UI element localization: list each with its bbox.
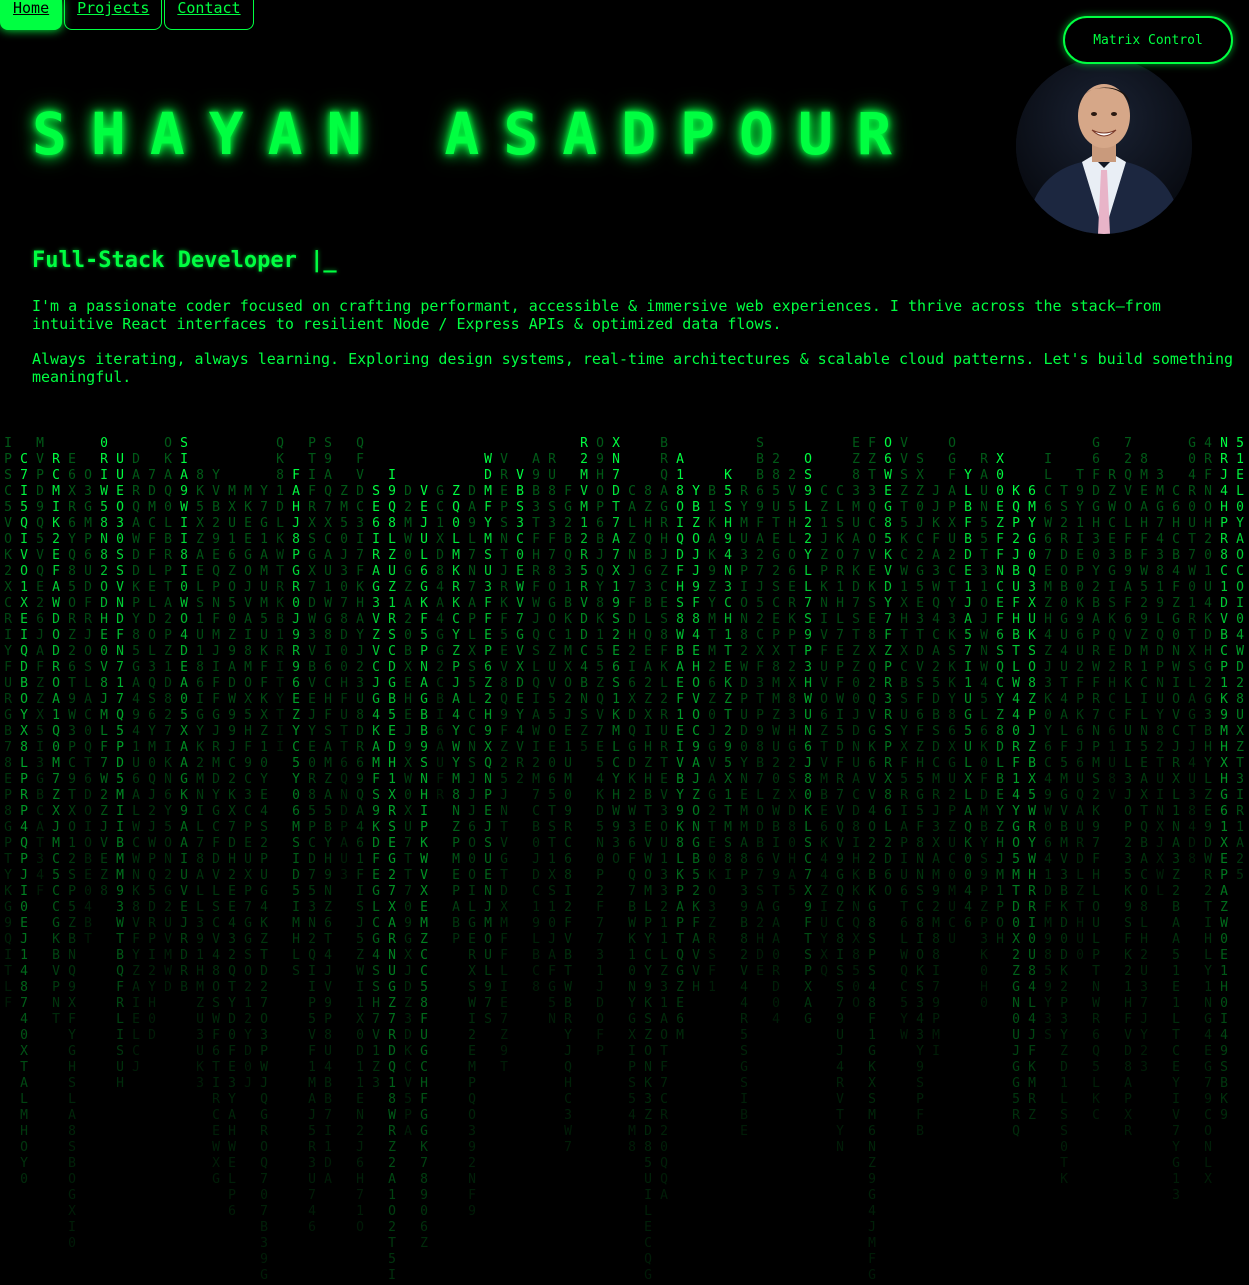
rain-column: RYMU3PION82WDPUD0YNEMMA8P39B82V44R5SGSIB… [740,484,748,1139]
rain-column: 7DMCFFLELDOL3QS6YM0QJ2JWPQ5DRPI2YH0D [148,468,156,1043]
rain-column: SXZ0JC2G5E3TDVSF6FZH5G5F8NNSC8IOKS343Y9S… [916,452,924,1139]
rain-column: NRJ4HPR8C1DVBCP1K9MHXHG61XEPAZW0E1H0I49S… [1220,436,1228,1123]
rain-column: YBZOJJ9F84EHOVOC9AJZONGB52KFAVVH [692,484,700,995]
rain-column: B1KAK9ZYMTM26Z0JGVAG2TE0KO3ZRSF1 [708,484,716,995]
rain-column: SIA9WII8I0WO4DEA05XAAGK9AAIUVEJRDRB [180,436,188,995]
rain-column: 4RFNOH201U4KDHG2G3BHYLZE9DWR2TIHLY1NG4EG… [1204,436,1212,1187]
rain-column: TS2RDOB0GU4UT4ALF5MGVBMV3BKD0DK2P3YZD1LS… [1060,484,1068,1187]
rain-column: VEJUL6GKF5PNAGBB9SNHIPKWVXEMZCC58FUGCHFG… [420,484,428,1251]
rain-column: PTIFRXSGX7DW3VBVEJYE0R85PCD753N2QIIP5VF1… [308,436,316,1235]
rain-column: 2V5HLO6ERKPT2X83HG2SXD80HA5 [788,468,796,899]
rain-column: I9Q8LZUZ1RSCDGB5EDH1XRSEG27XARNUGZ7RDQ18… [388,468,396,1285]
rain-column: R2MVM12R5RVDDC4BNSZ5 [580,436,588,755]
rain-column: XN7DT7A7X19S2E6S1KMLCYHW93O [612,436,620,867]
rain-column: ZQ0LMKRKCYZPJA4YWYM8NZPMEPABP [452,484,460,947]
rain-column: OS9L22YLL7S9P3HWUN6J80KLSC7X9FTSPXAG [804,452,812,1027]
rain-column: T9Y1IEP0K96U2FPK6J6UQAURDLZTHU0 [1076,468,1084,963]
rain-column: YLBFBDE1JA57I1UG5ULXLAQK00446 [964,468,972,931]
avatar [1016,58,1192,234]
rain-column: RAUN55T31OJWNW45L6K0FDMBYS9PZP3K0H0 [980,452,988,1011]
rain-column: D2MW0GZA20BXEHEJ9XW0XU7TT709GXJDZ3DKCV5P… [404,484,412,1139]
rain-column: 285UTEG2SCEPX8MMZWU20ZWBIV9TGAA0RD04 [772,452,780,1027]
rain-column: C7I5QIVO1XEIQDBOYX8LPRP4QPJI0EJ148740XTA… [20,452,28,1187]
rain-column: RZWCE3GISKQE2HCC61U8V [1108,468,1116,803]
hero-bio: I'm a passionate coder focused on crafti… [32,297,1242,403]
rain-column: O9HOP6BJQY8K155ZQV7E54KD5N0P2F7731JDOFP [596,436,604,1059]
nav-projects-link[interactable]: Projects [64,0,163,30]
rain-column: EZ83MUA7KD7STZZ00JDNUACD8IHKKNQX850O [852,436,860,1011]
page: Home Projects Contact Matrix Control SHA… [0,0,1249,1285]
matrix-control-button[interactable]: Matrix Control [1063,16,1233,64]
rain-column: CALZNJ7FDH2I6XDQGDK2W36FQ7BWK10NYGXIPS54… [628,484,636,1155]
rain-column: VREPSNTJRKF5EV8Q9FZ25JNTVGTDXMFFLIE7Z9T [500,452,508,1075]
rain-column: 3MG743819LQDPNUY82TUINXJXWL [1156,468,1164,899]
rain-column: OGFAPXU2CTY3KSKKY86XGU2PZUC0MUCU [948,436,956,947]
rain-column: CLSKOR1HL7EPFWI5DFR7VQV9GQZC8ISS79UJ4RVT… [836,484,844,1155]
top-nav: Home Projects Contact [0,0,254,30]
rain-column: FAHJ8PGR0J9R96EZYC5Y06MSID5IMHLS [292,468,300,979]
rain-column: 51EL0YAOCOI04WD28UXZT3IR1A25 [1236,436,1244,883]
rain-column: S9AQ7XCAU1WG8I6CHFSAMZA5BYH9NZ6T4JV9P8U4… [324,436,332,1187]
rain-column: SBB69FA27J52CXF3TP98B7LODB67SA2HDE [756,436,764,979]
rain-column: 0RIW58N82ODHE0V8JMLF7W2ZJVEZ8 [100,436,108,899]
bio-paragraph: I'm a passionate coder focused on crafti… [32,297,1161,333]
rain-column: O3GMP6UDFRJOSLAC0QT6DOIOBE04BT [84,468,92,947]
rain-column: A9B3TFHRFWJQSLQIAWI2M7CB0JDC19LBC8 [532,452,540,995]
profile-photo-icon [1016,58,1192,234]
rain-column: O6WEG85KVDY7FZPR3RSPRX86L2D6O [884,436,892,899]
rain-column: 6MYG0Q3XUKSO8ZPJZBX5WRYWHRRI0U84L4JFKMRZ [1028,484,1036,1123]
rain-column: DARQAWDDKPY85GA4941U6ALWCWNK8VFYZAIELCJ [132,452,140,1075]
rain-column: KQP2JBUFHBTLW440RF14YGO5MTD0X2ZGN0UJGG5R… [1012,484,1020,1139]
rain-column: SE6IRAG3VZVCJG4KAMFS9KDFEGLCG4SSH7V1Z3 [372,484,380,1091]
rain-column: MVPD9Q5VQE26JAFZZX5I3GBCAT34F [36,436,44,899]
rain-column: MXU16ZO50Z9ADW99JC2KX7DH2EE432QTYD0FE3YA… [228,484,236,1219]
hero-role: Full-Stack Developer |_ [32,248,337,273]
hero-name: SHAYAN ASADPOUR [32,100,916,168]
rain-column: RU8S3F78OGOCZUV55OE065TST1XS10JAFG5N [548,452,556,1027]
rain-column: RCMIK2EFAWDODROA1Q0M7ZXJMC5CCGKBVPNT [52,452,60,1027]
rain-column: 8ZHQBG3BLQEA2ZXIHZHBTEVWOMLPYCY9KSZONK3Z… [644,484,652,1283]
matrix-rain-background: IPSC5VOK2XCRIYFURGB78EP8GPTYKG9QITLF C7I… [0,436,1249,1285]
rain-column: OKAQ0LBRPTA2PZ1D827IKN6Y5ON2G2UVMWD [164,436,172,995]
rain-column: IPSC5VOK2XCRIYFURGB78EP8GPTYKG9QITLF [4,436,12,1011]
rain-column: JJKFA3WQ4CA25DBSDCMRJ3XAM92M88I79PMI [932,484,940,1059]
rain-column: GC1XD84A4GG2CBI6AUFR [436,484,444,803]
rain-column: C6HCB4FZG0NWIOVCJRXL1NA3Z2BAA51E1LTCEYIV… [1172,484,1180,1203]
rain-column: 8MEAHFFW529ZM1CILN5EAXTQBACO8LH2U37JY23 [1140,452,1148,1075]
rain-column: Y7G1AMUM5UKFFKXZ10YE4S2PUG4KZTD27O3PWJQG… [260,484,268,1285]
rain-column: VVSZT5KCW1XHTXCBSUYXF5RIAPIU6T6LWQC5YW [900,436,908,1043]
rain-column: MKEEGOJVAI8MOX5HF9C3CPEUXP7GGSO212YD0J [244,484,252,1091]
rain-column: FG2BQ31BK1MXO2JE1UM09RC68I2FVBTWBRYJQHC3… [564,484,572,1155]
nav-home-link[interactable]: Home [0,0,63,30]
bio-paragraph: Always iterating, always learning. Explo… [32,350,1234,386]
nav-contact-link[interactable]: Contact [164,0,254,30]
rain-column: FZT3QCOVEKSE8XQ2QVGK6VV4O22BKG8SPS48F1GK… [868,436,876,1283]
rain-column: X00EZFFNCEF6SQCYZ8DLBEYZHJM1POH [996,452,1004,947]
rain-column: BRQAGRHJZCES8FKL2RURTEV3OU133211LZ31AOTF… [660,436,668,1203]
rain-column: WDMFYMSU3FFEP6Z2H9XQNPEJSUENJMOUL97S [484,452,492,1027]
rain-column: 8K5XZAELS1U186IGYK2MNIL78ALL391HMZU3UK3 [196,468,204,1091]
rain-column: QK81DLKWTRKB1RITYTII [276,436,284,755]
rain-column: UUEO30SSVNDFN717Q5PD5MIIBMM93WTBQFRLISUH [116,452,124,1091]
rain-column: DA9L7N7APLXS5LCCNSJJJ6O0OILGERXSWI2EMPQO… [468,484,476,1219]
rain-column: 72QVOLFB9AF6VDRKLFUIL3JOP235K9SFK21HFVD8… [1124,436,1132,1139]
rain-column: A18OIQDFHS8WBAEF1EIVBY9K8LKPAPTQGZE6M [676,452,684,1043]
rain-column: E6XR6YQ85ORZ26T9W3PC9TXO12SP5ZBNQ9XFYGHS… [68,452,76,1251]
rain-column: G6FDGH30Y2BAPRWFR7NPMS2K97FHLOULPTNWR6Q5… [1092,436,1100,1123]
rain-column: ZM50J3078D00HFUTT6QNDPAU3 [340,484,348,883]
rain-column: CZ1JZPKNIVFUVO6ZTVMBE6K44ZIUYXQ [820,484,828,979]
rain-column: QFVDC3I7FKHAYJ23U8DR69QA461FISJ5ZWI1X0D1… [356,436,364,1235]
rain-column: G04R0UT7W01RTXSLAGTJ4U384D8 [1188,436,1196,867]
rain-column: YVB29EQPNFMJIFFGJRMDYGCFDVLSCV48OSWF6TIR… [212,468,220,1187]
rain-column: K5SH94N3CH1TEKZT295X1TMS8I [724,468,732,883]
rain-column: ILC6W67EMZH4ZJ3K0Y6C49W0641DFM9859Y3S [1044,452,1052,1043]
rain-column: VBS3C0EWV7GVXDEY4VR2 [516,468,524,787]
